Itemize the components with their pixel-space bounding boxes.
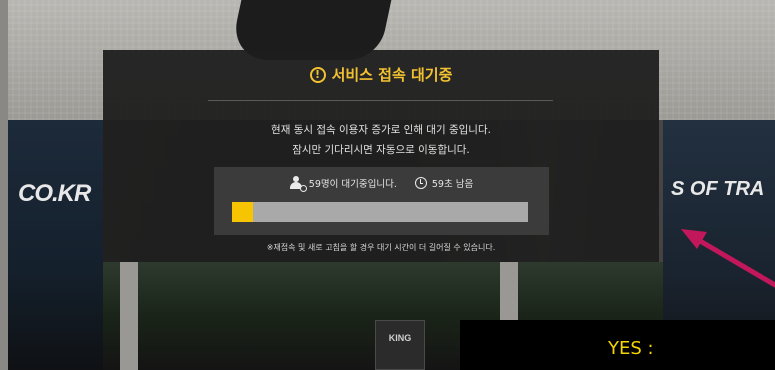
message-line: 잠시만 기다리시면 자동으로 이동합니다.: [292, 144, 470, 156]
storefront-left-sign: CO.KR: [18, 180, 91, 207]
progress-bar: [232, 202, 528, 222]
storefront-right-sign: S OF TRA: [671, 178, 765, 200]
queue-message: 현재 동시 접속 이용자 증가로 인해 대기 중입니다. 잠시만 기다리시면 자…: [103, 120, 659, 160]
waiting-queue-modal: ! 서비스 접속 대기중 현재 동시 접속 이용자 증가로 인해 대기 중입니다…: [103, 50, 659, 262]
time-remaining: 59초 남음: [414, 176, 474, 190]
message-line: 현재 동시 접속 이용자 증가로 인해 대기 중입니다.: [271, 124, 491, 136]
modal-header: ! 서비스 접속 대기중: [103, 64, 659, 85]
alert-icon: !: [309, 66, 326, 83]
modal-title: 서비스 접속 대기중: [331, 66, 453, 84]
progress-fill: [232, 202, 253, 222]
status-row: 59명이 대기중입니다. 59초 남음: [214, 176, 549, 192]
storefront-column: [120, 262, 138, 370]
refresh-notice: ※재접속 및 새로 고침을 할 경우 대기 시간이 더 길어질 수 있습니다.: [266, 243, 496, 252]
divider: [208, 100, 553, 101]
storefront-left: CO.KR: [8, 120, 103, 370]
frame-edge: [0, 0, 8, 370]
clock-icon: [414, 177, 427, 189]
annotation-label: YES :: [608, 338, 654, 359]
time-remaining-text: 59초 남음: [431, 179, 474, 190]
waiting-count-text: 59명이 대기중입니다.: [308, 179, 397, 190]
queue-status-box: 59명이 대기중입니다. 59초 남음: [214, 167, 549, 235]
waiting-count: 59명이 대기중입니다.: [289, 176, 397, 192]
king-badge: KING: [375, 320, 425, 370]
person-wait-icon: [289, 176, 307, 192]
annotation-box: YES :: [460, 320, 775, 370]
